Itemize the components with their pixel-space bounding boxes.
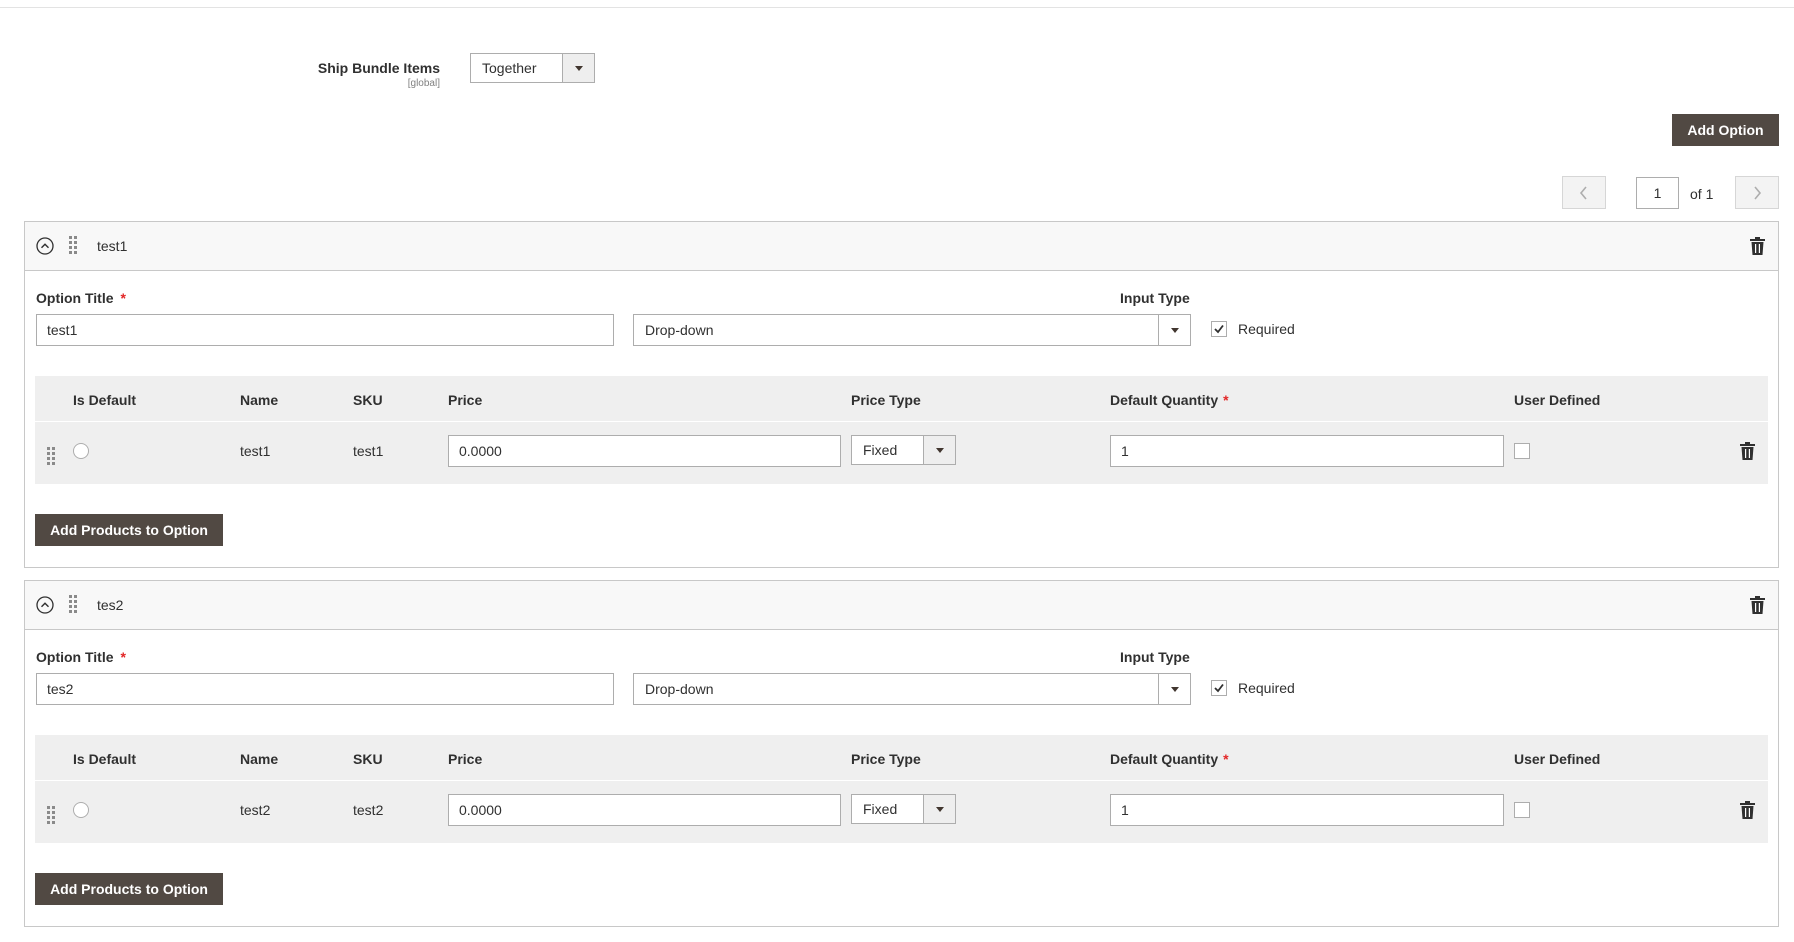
is-default-radio[interactable] — [73, 802, 89, 818]
col-name: Name — [240, 751, 279, 767]
input-type-label: Input Type — [1120, 649, 1190, 665]
option-title-input[interactable]: test1 — [36, 314, 614, 346]
pager-next-button[interactable] — [1735, 176, 1779, 209]
is-default-radio[interactable] — [73, 443, 89, 459]
col-user-defined: User Defined — [1514, 751, 1601, 767]
row-sku: test1 — [353, 443, 384, 459]
input-type-label: Input Type — [1120, 290, 1190, 306]
option-name: tes2 — [97, 597, 124, 613]
trash-icon[interactable] — [1740, 442, 1755, 460]
required-label: Required — [1238, 321, 1295, 337]
drag-handle-icon[interactable] — [69, 595, 77, 613]
option-title-label: Option Title * — [36, 290, 126, 306]
col-price: Price — [448, 392, 483, 408]
checkmark-icon — [1214, 324, 1224, 334]
ship-bundle-select[interactable]: Together — [470, 53, 595, 83]
input-type-value: Drop-down — [645, 322, 714, 338]
chevron-down-icon — [923, 795, 955, 823]
required-checkbox[interactable] — [1211, 321, 1227, 337]
ship-bundle-scope: [global] — [407, 78, 440, 89]
bundle-option: test1 Option Title * test1 Input Type Dro… — [24, 221, 1779, 568]
chevron-down-icon — [562, 54, 594, 82]
input-type-select[interactable]: Drop-down — [633, 314, 1191, 346]
option-header[interactable]: tes2 — [25, 581, 1778, 630]
grid-header: Is Default Name SKU Price Price Type Def… — [35, 735, 1768, 781]
trash-icon[interactable] — [1750, 237, 1765, 255]
top-divider — [0, 7, 1794, 8]
add-option-button[interactable]: Add Option — [1672, 114, 1779, 146]
trash-icon[interactable] — [1740, 801, 1755, 819]
selections-grid: Is Default Name SKU Price Price Type Def… — [35, 376, 1768, 484]
col-name: Name — [240, 392, 279, 408]
trash-icon[interactable] — [1750, 596, 1765, 614]
add-products-button[interactable]: Add Products to Option — [35, 873, 223, 905]
required-checkbox[interactable] — [1211, 680, 1227, 696]
ship-bundle-label: Ship Bundle Items — [317, 60, 440, 76]
price-type-value: Fixed — [863, 442, 898, 458]
col-default-quantity: Default Quantity * — [1110, 751, 1229, 767]
col-user-defined: User Defined — [1514, 392, 1601, 408]
collapse-icon[interactable] — [36, 596, 54, 614]
drag-handle-icon[interactable] — [47, 806, 55, 824]
price-type-value: Fixed — [863, 801, 898, 817]
user-defined-checkbox[interactable] — [1514, 443, 1530, 459]
col-is-default: Is Default — [73, 751, 137, 767]
row-name: test1 — [240, 443, 271, 459]
chevron-left-icon — [1579, 185, 1587, 200]
input-type-value: Drop-down — [645, 681, 714, 697]
pager-total: of 1 — [1690, 186, 1714, 202]
checkmark-icon — [1214, 683, 1224, 693]
collapse-icon[interactable] — [36, 237, 54, 255]
col-sku: SKU — [353, 751, 383, 767]
chevron-right-icon — [1754, 185, 1762, 200]
ship-bundle-value: Together — [482, 60, 537, 76]
default-quantity-input[interactable]: 1 — [1110, 435, 1504, 467]
bundle-option: tes2 Option Title * tes2 Input Type Drop-… — [24, 580, 1779, 927]
chevron-down-icon — [923, 436, 955, 464]
option-title-input[interactable]: tes2 — [36, 673, 614, 705]
col-price: Price — [448, 751, 483, 767]
price-type-select[interactable]: Fixed — [851, 794, 956, 824]
pager-prev-button[interactable] — [1562, 176, 1606, 209]
col-default-quantity: Default Quantity * — [1110, 392, 1229, 408]
col-is-default: Is Default — [73, 392, 137, 408]
option-header[interactable]: test1 — [25, 222, 1778, 271]
required-label: Required — [1238, 680, 1295, 696]
grid-header: Is Default Name SKU Price Price Type Def… — [35, 376, 1768, 422]
col-sku: SKU — [353, 392, 383, 408]
chevron-down-icon — [1158, 315, 1190, 345]
selections-grid: Is Default Name SKU Price Price Type Def… — [35, 735, 1768, 843]
drag-handle-icon[interactable] — [47, 447, 55, 465]
pager-page-input[interactable]: 1 — [1636, 177, 1679, 209]
input-type-select[interactable]: Drop-down — [633, 673, 1191, 705]
default-quantity-input[interactable]: 1 — [1110, 794, 1504, 826]
price-input[interactable]: 0.0000 — [448, 435, 841, 467]
col-price-type: Price Type — [851, 392, 921, 408]
chevron-down-icon — [1158, 674, 1190, 704]
drag-handle-icon[interactable] — [69, 236, 77, 254]
col-price-type: Price Type — [851, 751, 921, 767]
price-input[interactable]: 0.0000 — [448, 794, 841, 826]
add-products-button[interactable]: Add Products to Option — [35, 514, 223, 546]
price-type-select[interactable]: Fixed — [851, 435, 956, 465]
row-sku: test2 — [353, 802, 384, 818]
user-defined-checkbox[interactable] — [1514, 802, 1530, 818]
option-name: test1 — [97, 238, 128, 254]
option-title-label: Option Title * — [36, 649, 126, 665]
row-name: test2 — [240, 802, 271, 818]
